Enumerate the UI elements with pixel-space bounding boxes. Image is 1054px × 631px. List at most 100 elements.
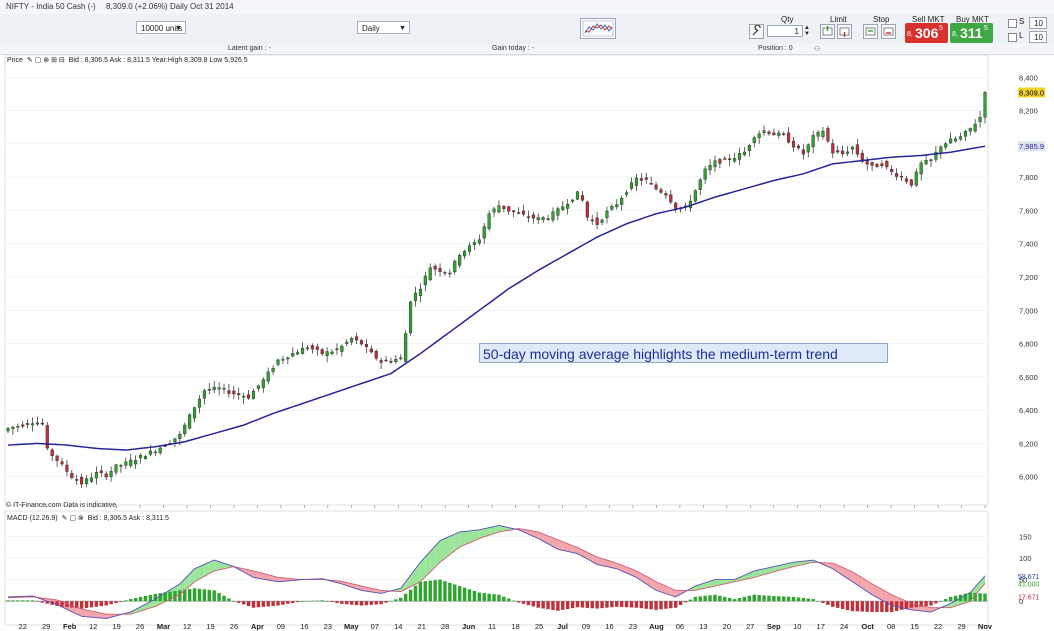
candle-body: [80, 477, 84, 485]
candle-body: [615, 204, 619, 208]
x-tick-label: 09: [277, 622, 285, 631]
macd-histogram-bar: [875, 601, 879, 613]
candle-body: [777, 132, 781, 136]
candle-body: [963, 131, 967, 137]
macd-toolbar-icons[interactable]: ✎ ▢ ⊗: [62, 515, 84, 522]
macd-histogram-bar: [664, 601, 668, 609]
macd-histogram-bar: [659, 601, 663, 610]
price-tick-label: 8,200: [1019, 107, 1038, 116]
candle-body: [291, 353, 295, 357]
candle-body: [340, 345, 344, 352]
candle-body: [629, 182, 634, 189]
candle-body: [772, 132, 776, 136]
macd-histogram-bar: [369, 601, 374, 605]
candle-body: [973, 123, 977, 132]
candle-body: [399, 357, 403, 360]
candle-body: [247, 394, 251, 399]
macd-tick-label: 150: [1019, 532, 1032, 541]
candle-body: [379, 360, 383, 363]
candle-body: [35, 422, 40, 425]
candle-body: [222, 387, 226, 390]
candle-body: [40, 422, 44, 425]
macd-histogram-bar: [389, 600, 393, 602]
macd-histogram-bar: [364, 601, 369, 606]
macd-histogram-bar: [678, 601, 683, 605]
macd-histogram-bar: [217, 593, 221, 602]
candle-body: [114, 464, 118, 473]
candle-body: [60, 461, 64, 465]
candle-body: [124, 461, 128, 466]
candle-body: [890, 169, 894, 172]
macd-histogram-bar: [202, 589, 207, 602]
candle-body: [841, 150, 845, 155]
macd-histogram-bar: [767, 595, 771, 602]
macd-histogram-bar: [6, 600, 10, 602]
candle-body: [767, 131, 771, 134]
macd-histogram-bar: [330, 601, 334, 603]
candle-body: [497, 205, 501, 213]
price-panel-frame: [4, 54, 989, 506]
macd-histogram-bar: [94, 601, 99, 607]
candle-body: [895, 173, 899, 177]
candle-body: [836, 150, 840, 153]
candle-body: [85, 478, 89, 484]
x-tick-label: Nov: [978, 622, 993, 631]
macd-histogram-bar: [531, 601, 536, 607]
price-tick-label: 7,800: [1019, 173, 1038, 182]
candle-body: [556, 208, 560, 216]
candle-body: [296, 352, 300, 355]
candle-body: [826, 128, 830, 142]
candle-body: [232, 390, 236, 395]
macd-histogram-bar: [727, 597, 732, 602]
macd-histogram-bar: [654, 601, 658, 610]
macd-histogram-bar: [909, 601, 914, 608]
candle-body: [251, 390, 256, 399]
candle-body: [173, 438, 177, 443]
macd-histogram-bar: [521, 601, 526, 604]
candle-body: [271, 368, 275, 372]
candle-body: [904, 178, 908, 182]
x-tick-label: Oct: [861, 622, 874, 631]
candle-body: [355, 336, 359, 341]
x-tick-label: 09: [582, 622, 590, 631]
macd-histogram-bar: [835, 601, 840, 608]
candle-body: [143, 456, 148, 459]
macd-histogram-bar: [929, 601, 933, 606]
candle-body: [276, 359, 280, 365]
macd-histogram-bar: [703, 595, 707, 602]
candle-body: [477, 239, 481, 244]
macd-histogram-bar: [600, 601, 604, 609]
candle-body: [409, 301, 413, 334]
price-toolbar-icons[interactable]: ✎ ▢ ⊗ ⊞ ⊟: [27, 57, 65, 64]
x-tick-label: 07: [371, 622, 379, 631]
candle-body: [463, 250, 467, 257]
macd-histogram-bar: [855, 601, 860, 612]
macd-histogram-bar: [826, 601, 830, 605]
x-tick-label: 21: [418, 622, 426, 631]
candle-body: [413, 292, 418, 301]
candle-body: [816, 131, 820, 137]
candle-body: [649, 183, 653, 185]
macd-histogram-bar: [271, 601, 275, 606]
candle-body: [256, 385, 260, 389]
candle-body: [752, 137, 756, 144]
candle-body: [620, 197, 624, 205]
macd-histogram-bar: [423, 581, 428, 602]
macd-histogram-bar: [438, 579, 442, 602]
x-tick-label: 23: [324, 622, 332, 631]
macd-histogram-bar: [413, 585, 418, 602]
macd-histogram-bar: [428, 580, 432, 602]
candle-body: [723, 158, 727, 160]
macd-histogram-bar: [860, 601, 864, 612]
candle-body: [521, 210, 526, 215]
macd-histogram-bar: [698, 596, 702, 602]
price-panel-legend: Price ✎ ▢ ⊗ ⊞ ⊟ Bid : 8,306.5 Ask : 8,31…: [7, 56, 248, 64]
candle-body: [212, 386, 216, 391]
price-tick-label: 6,600: [1019, 373, 1038, 382]
candle-body: [693, 190, 697, 202]
candle-body: [467, 245, 472, 252]
candle-body: [733, 158, 737, 162]
candle-body: [850, 146, 854, 150]
candle-body: [654, 184, 658, 190]
macd-histogram-bar: [256, 601, 261, 608]
